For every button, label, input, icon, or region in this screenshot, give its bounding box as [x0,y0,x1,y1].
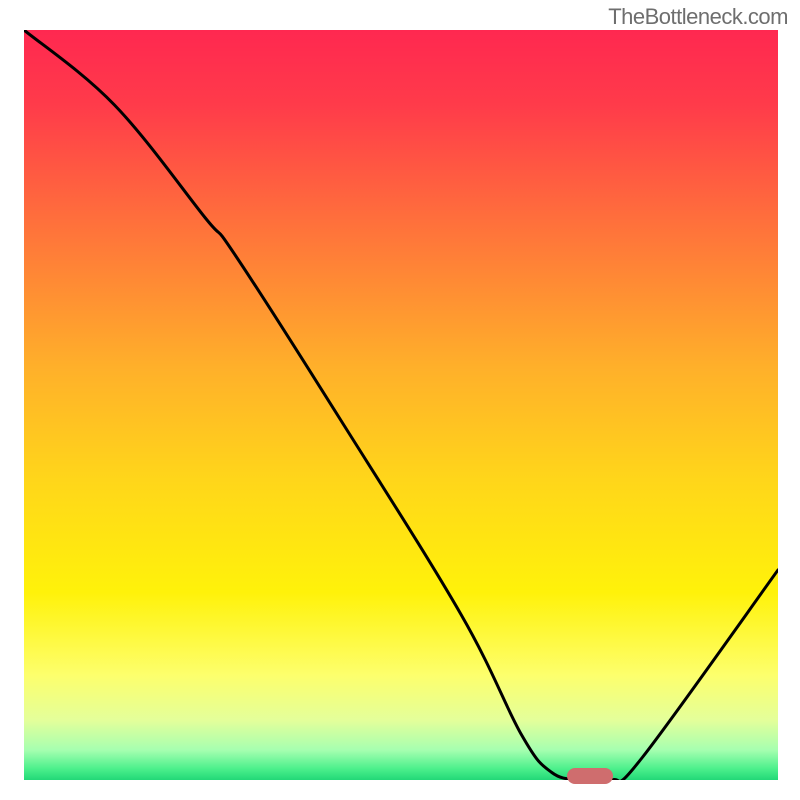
chart-plot-area [24,30,778,780]
chart-svg [24,30,778,780]
watermark-text: TheBottleneck.com [608,4,788,30]
optimal-point-marker [567,768,613,784]
chart-background [24,30,778,780]
